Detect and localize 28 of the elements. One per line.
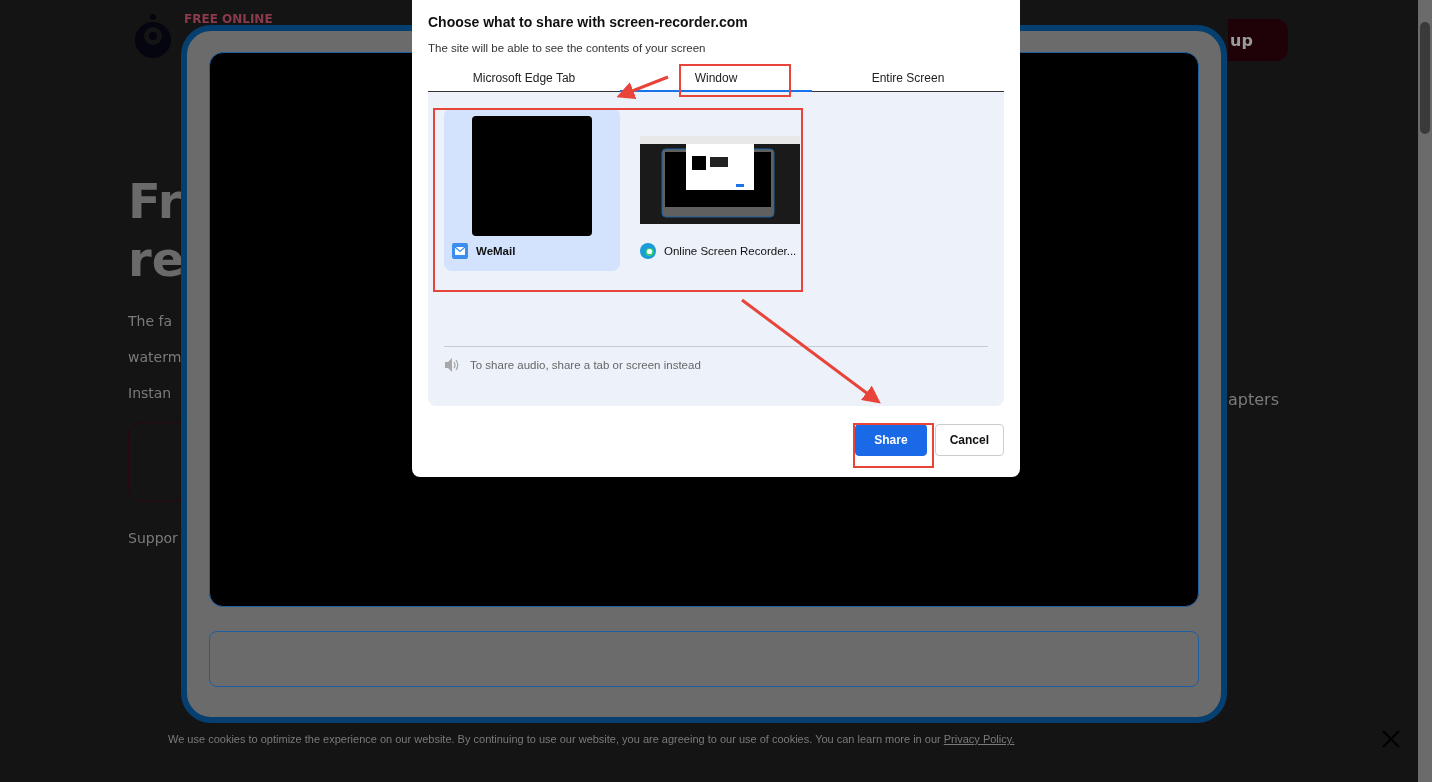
audio-note: To share audio, share a tab or screen instead	[470, 359, 701, 371]
paragraph-text: Instan	[128, 384, 173, 403]
dialog-subtitle: The site will be able to see the contents of your screen	[428, 42, 707, 54]
scrollbar-thumb[interactable]	[1420, 22, 1430, 134]
annotation-arrow	[616, 75, 669, 99]
window-name: WeMail	[476, 245, 516, 257]
cookie-text: We use cookies to optimize the experience on our website. By continuing to use our website, you are agreeing to our use of cookies. You can learn more in our Privacy Policy.	[168, 733, 1015, 745]
browser-icon	[640, 243, 656, 259]
window-option[interactable]: WeMail	[444, 108, 620, 271]
window-name: Online Screen Recorder...	[664, 245, 797, 257]
speaker-icon	[444, 357, 460, 373]
dialog-title: Choose what to share with screen-recorder.com	[428, 14, 749, 30]
feature-text: apters	[1228, 390, 1279, 409]
mail-icon	[452, 243, 468, 259]
scrollbar[interactable]	[1418, 0, 1432, 782]
heading-text: re	[128, 230, 182, 288]
logo-text: FREE ONLINE	[184, 12, 273, 26]
share-button[interactable]: Share	[855, 424, 927, 456]
paragraph-text: The fa	[128, 312, 173, 331]
sign-up-button[interactable]: up	[1228, 19, 1288, 61]
paragraph-text: waterm	[128, 348, 182, 367]
window-option[interactable]: Online Screen Recorder...	[632, 108, 808, 271]
privacy-policy-link[interactable]: Privacy Policy.	[943, 733, 1015, 745]
support-text: Suppor	[128, 530, 179, 546]
cancel-button[interactable]: Cancel	[934, 424, 1004, 456]
heading-text: Fr	[128, 172, 182, 230]
tab[interactable]: Microsoft Edge Tab	[428, 66, 620, 92]
tab[interactable]: Entire Screen	[812, 66, 1004, 92]
